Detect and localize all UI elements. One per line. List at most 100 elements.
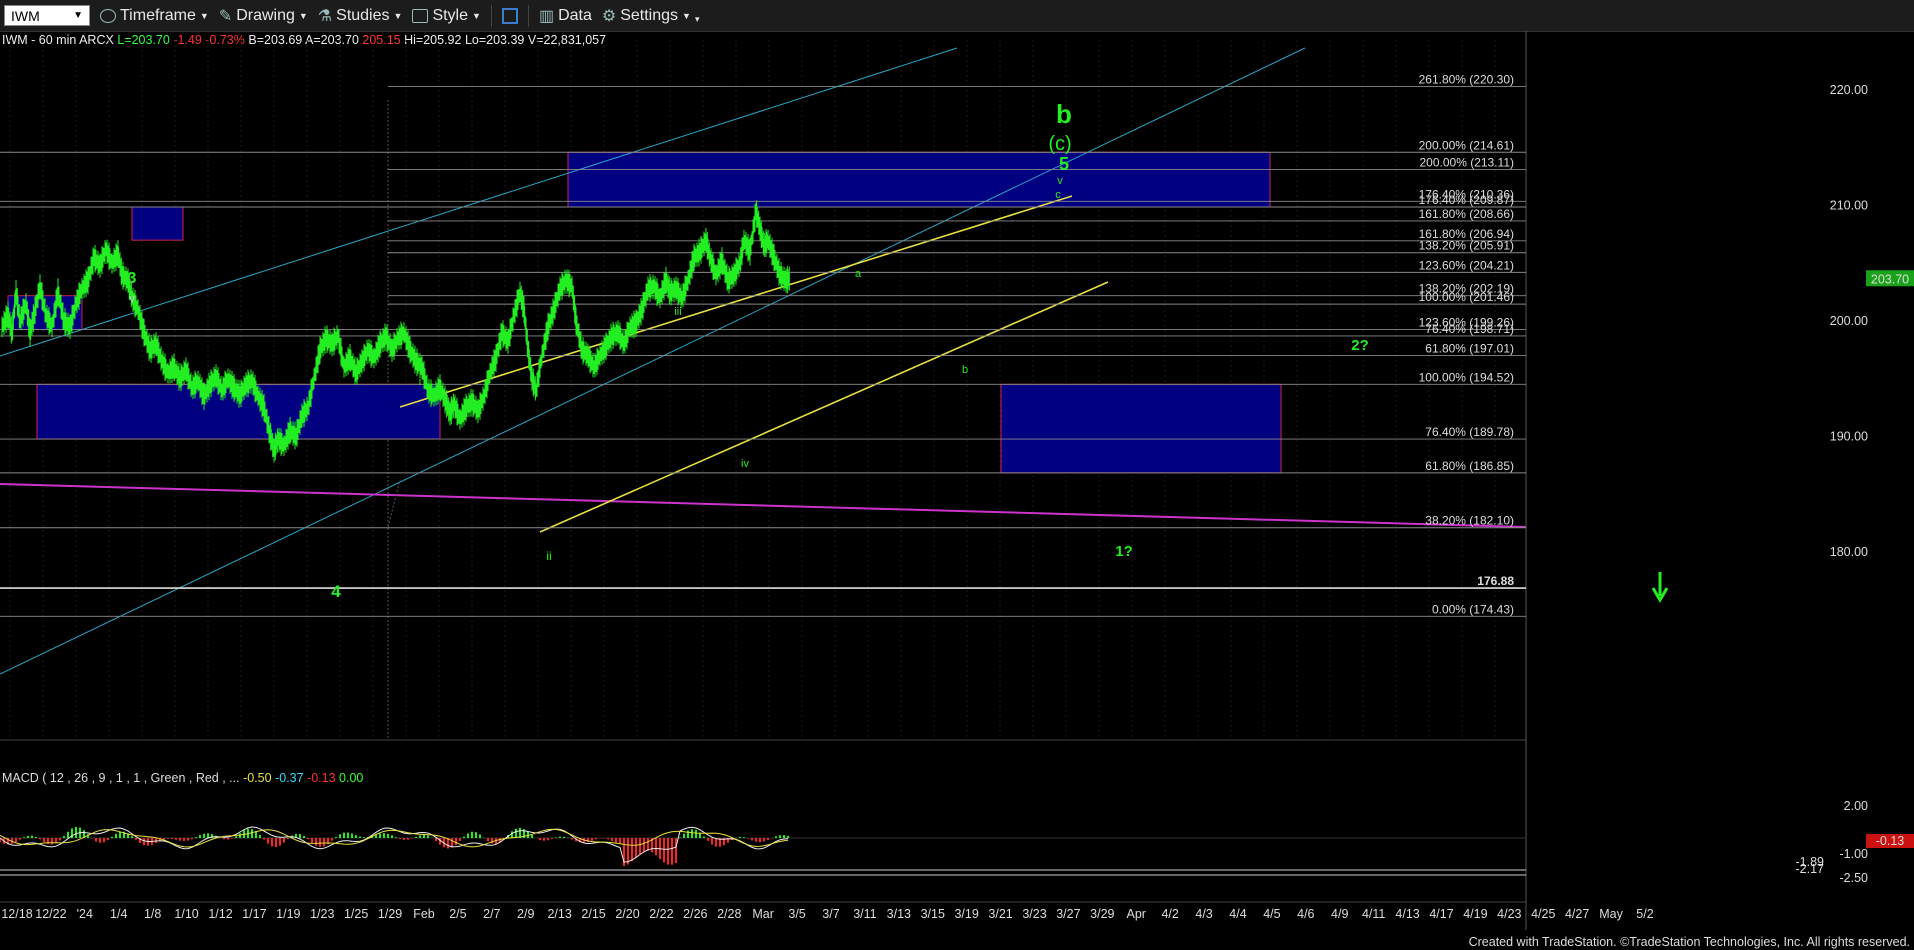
clock-icon [100, 8, 116, 23]
macd-value-badge-label: -0.13 [1876, 834, 1905, 848]
chevron-down-icon: ▼ [298, 10, 308, 21]
time-tick-label: 3/11 [853, 907, 876, 921]
fib-label: 176.88 [1477, 574, 1514, 588]
time-tick-label: 4/4 [1229, 907, 1246, 921]
timeframe-menu[interactable]: Timeframe ▼ [100, 7, 209, 25]
copyright-footer: Created with TradeStation. ©TradeStation… [1468, 935, 1910, 949]
time-tick-label: 5/2 [1636, 907, 1653, 921]
time-tick-label: 4/25 [1531, 907, 1555, 921]
gear-icon: ⚙ [601, 7, 617, 25]
macd-tick-label: -2.50 [1840, 871, 1869, 885]
settings-menu[interactable]: ⚙ Settings ▼ ▾ [602, 6, 700, 26]
time-tick-label: 2/26 [683, 907, 707, 921]
target-zone-b [567, 151, 1271, 208]
macd-tick-label: -1.00 [1840, 847, 1869, 861]
channel-lower-line [0, 47, 1306, 675]
macd-value-3: -0.13 [307, 771, 336, 785]
time-tick-label: 4/9 [1331, 907, 1348, 921]
time-tick-label: 4/5 [1263, 907, 1280, 921]
price-tick-label: 210.00 [1830, 199, 1868, 213]
time-tick-label: 4/2 [1161, 907, 1178, 921]
studies-label: Studies [336, 6, 390, 24]
time-tick-label: 1/29 [378, 907, 402, 921]
time-tick-label: 3/13 [887, 907, 911, 921]
fib-label: 76.40% (198.71) [1425, 322, 1514, 336]
time-tick-label: 4/17 [1429, 907, 1453, 921]
fib-label: 176.40% (209.87) [1419, 193, 1514, 207]
symbol-text: IWM [11, 7, 40, 24]
macd-label: MACD ( 12 , 26 , 9 , 1 , 1 , Green , Red… [2, 771, 363, 785]
time-tick-label: 3/7 [822, 907, 839, 921]
time-tick-label: 2/15 [581, 907, 605, 921]
macd-value-4: 0.00 [339, 771, 364, 785]
fib-label: 200.00% (214.61) [1419, 138, 1514, 152]
fib-label: 76.40% (189.78) [1425, 425, 1514, 439]
price-tick-label: 180.00 [1830, 545, 1868, 559]
macd-value-1: -0.50 [243, 771, 272, 785]
fib-label: 161.80% (208.66) [1419, 207, 1514, 221]
time-tick-label: Feb [413, 907, 435, 921]
wave-label: b [1056, 99, 1072, 129]
time-tick-label: 2/5 [449, 907, 466, 921]
fib-label: 100.00% (201.46) [1419, 290, 1514, 304]
fib-label: 61.80% (186.85) [1425, 459, 1514, 473]
timeframe-label: Timeframe [120, 6, 196, 24]
time-tick-label: 3/27 [1056, 907, 1080, 921]
fib-label: 100.00% (194.52) [1419, 370, 1514, 384]
time-tick-label: 1/23 [310, 907, 334, 921]
wave-label: 2? [1351, 337, 1369, 354]
time-tick-label: Mar [752, 907, 774, 921]
fib-label: 138.20% (205.91) [1419, 239, 1514, 253]
time-tick-label: 1/17 [242, 907, 266, 921]
fib-label: 123.60% (204.21) [1419, 258, 1514, 272]
current-price-label: 203.70 [1871, 272, 1909, 286]
macd-value-2: -0.37 [275, 771, 304, 785]
settings-label: Settings [620, 6, 679, 24]
time-tick-label: 2/13 [547, 907, 571, 921]
macd-params: MACD ( 12 , 26 , 9 , 1 , 1 , Green , Red… [2, 771, 240, 785]
time-tick-label: 12/22 [35, 907, 66, 921]
wave-label: i [419, 376, 421, 388]
layout-icon [501, 7, 518, 24]
wave-label: 1? [1115, 543, 1133, 560]
chart-toolbar: IWM ▼ Timeframe ▼ ✎ Drawing ▼ ⚗ Studies … [0, 0, 1914, 32]
time-tick-label: 4/19 [1463, 907, 1487, 921]
data-label: Data [558, 6, 592, 24]
time-tick-label: 1/10 [174, 907, 198, 921]
time-tick-label: Apr [1127, 907, 1146, 921]
style-menu[interactable]: Style ▼ [412, 7, 481, 25]
fib-label: 38.20% (182.10) [1425, 514, 1514, 528]
time-tick-label: 4/3 [1195, 907, 1212, 921]
time-tick-label: 3/15 [921, 907, 945, 921]
fib-label: 261.80% (220.30) [1419, 73, 1514, 87]
drawing-menu[interactable]: ✎ Drawing ▼ [219, 6, 308, 26]
chevron-down-icon: ▼ [682, 10, 691, 21]
time-tick-label: 1/4 [110, 907, 127, 921]
pencil-icon: ✎ [218, 7, 233, 25]
chevron-down-icon: ▼ [199, 10, 209, 21]
drawing-label: Drawing [236, 6, 295, 24]
wave-label: 4 [331, 582, 341, 601]
fib-label: 200.00% (213.11) [1419, 156, 1514, 170]
wave-label: b [962, 364, 968, 376]
time-tick-label: 2/7 [483, 907, 500, 921]
time-tick-label: 1/19 [276, 907, 300, 921]
time-axis[interactable]: 12/18 12/22 '24 1/4 1/8 1/10 1/12 1/17 1/19 1/23 1… [0, 901, 1654, 921]
studies-menu[interactable]: ⚗ Studies ▼ [318, 6, 403, 26]
price-axis[interactable]: 220.00 210.00 200.00 190.00 180.00 203.70 [1830, 83, 1914, 559]
toolbar-divider [527, 4, 529, 27]
time-tick-label: 4/23 [1497, 907, 1521, 921]
symbol-input[interactable]: IWM ▼ [4, 5, 90, 26]
price-chart[interactable]: 261.80% (220.30) 200.00% (214.61) 200.00% … [0, 31, 1914, 950]
wave-label: ii [546, 549, 551, 563]
data-menu[interactable]: ▥ Data [539, 6, 592, 26]
wave-label: 5 [1059, 154, 1069, 174]
fib-label: 61.80% (197.01) [1425, 342, 1514, 356]
time-tick-label: 12/18 [1, 907, 32, 921]
time-tick-label: 1/25 [344, 907, 368, 921]
layout-button[interactable] [501, 7, 518, 24]
chevron-down-icon: ▼ [472, 10, 481, 21]
wave-label: a [855, 268, 862, 280]
macd-tick-label: 2.00 [1844, 799, 1868, 813]
price-tick-label: 190.00 [1830, 430, 1868, 444]
